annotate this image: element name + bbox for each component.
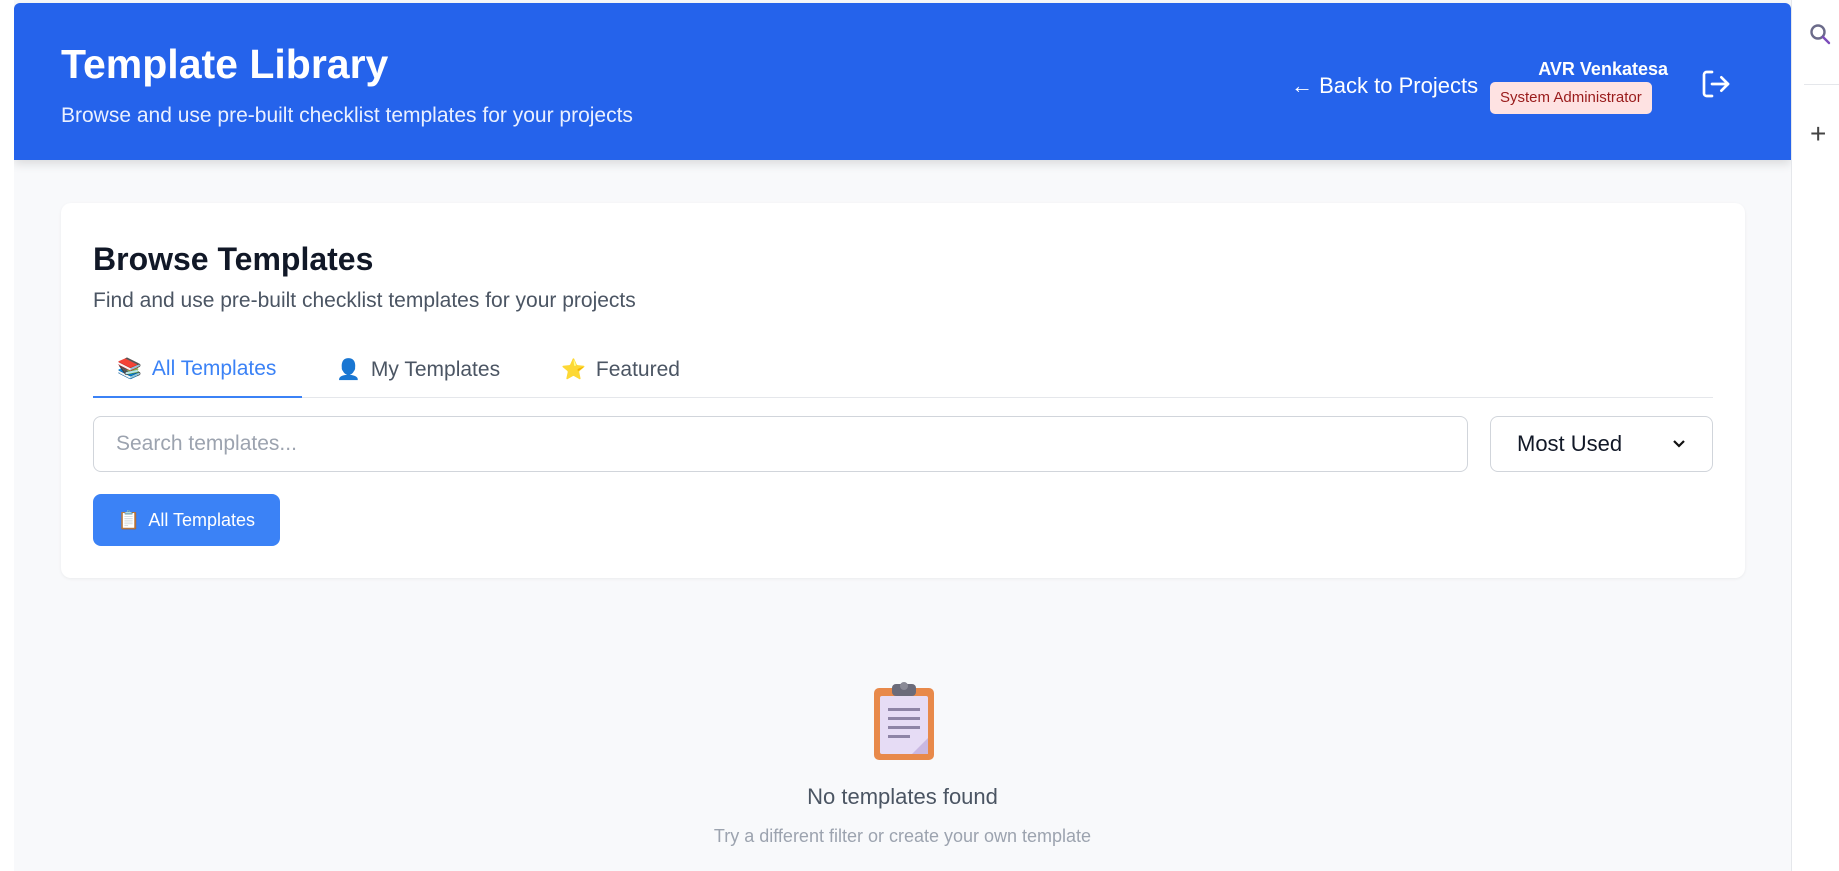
page-title: Template Library <box>61 41 389 87</box>
browse-templates-card: Browse Templates Find and use pre-built … <box>61 203 1745 578</box>
plus-icon[interactable]: + <box>1810 120 1826 148</box>
user-icon: 👤 <box>336 359 361 381</box>
filter-label: All Templates <box>148 509 256 530</box>
search-input[interactable] <box>93 416 1468 472</box>
page-subtitle: Browse and use pre-built checklist templ… <box>61 104 633 127</box>
tab-label: My Templates <box>370 357 501 381</box>
back-to-projects-link[interactable]: ← Back to Projects <box>1291 73 1478 99</box>
chevron-down-icon <box>1672 436 1686 452</box>
section-subtitle: Find and use pre-built checklist templat… <box>93 289 636 312</box>
tab-label: Featured <box>595 357 680 381</box>
sort-select[interactable]: Most Used <box>1490 416 1713 472</box>
role-badge: System Administrator <box>1490 82 1652 114</box>
search-icon[interactable] <box>1808 22 1832 51</box>
logout-icon[interactable] <box>1700 68 1732 100</box>
empty-state-subtitle: Try a different filter or create your ow… <box>713 826 1092 846</box>
right-sidebar: + <box>1791 0 1839 871</box>
tab-label: All Templates <box>151 356 277 380</box>
star-icon: ⭐ <box>561 359 586 381</box>
books-icon: 📚 <box>117 358 142 380</box>
user-name: AVR Venkatesa <box>1538 59 1668 79</box>
tab-my-templates[interactable]: 👤 My Templates <box>336 341 500 398</box>
section-title: Browse Templates <box>93 241 374 277</box>
sort-value: Most Used <box>1517 431 1623 456</box>
clipboard-icon: 📋 <box>117 509 141 530</box>
tab-all-templates[interactable]: 📚 All Templates <box>93 341 302 398</box>
clipboard-icon <box>870 680 938 762</box>
category-filter-all-templates[interactable]: 📋 All Templates <box>93 494 280 546</box>
template-tabs: 📚 All Templates 👤 My Templates ⭐ Feature… <box>93 341 1713 398</box>
divider <box>1804 84 1839 85</box>
page-header: Template Library Browse and use pre-buil… <box>14 3 1791 160</box>
app-window: Template Library Browse and use pre-buil… <box>14 0 1791 871</box>
tab-featured[interactable]: ⭐ Featured <box>561 341 680 398</box>
empty-state-title: No templates found <box>807 784 998 809</box>
